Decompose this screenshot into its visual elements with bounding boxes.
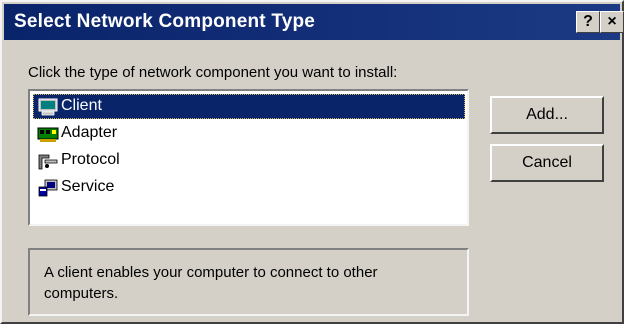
window-title: Select Network Component Type: [14, 11, 316, 32]
select-network-component-dialog: Select Network Component Type ? × Click …: [0, 0, 624, 324]
instruction-label: Click the type of network component you …: [28, 64, 398, 81]
list-item-adapter[interactable]: Adapter: [33, 121, 465, 146]
list-item-label: Service: [61, 178, 115, 195]
network-adapter-icon: [37, 127, 59, 142]
component-type-list[interactable]: Client Adapter Protocol Service: [28, 89, 469, 226]
title-bar[interactable]: Select Network Component Type ? ×: [4, 4, 624, 40]
service-icon: [38, 179, 58, 197]
list-item-label: Client: [61, 97, 102, 114]
list-item-label: Protocol: [61, 151, 120, 168]
client-computer-icon: [38, 98, 58, 116]
list-item-client[interactable]: Client: [33, 94, 465, 119]
list-item-label: Adapter: [61, 124, 118, 141]
add-button[interactable]: Add...: [490, 96, 604, 134]
help-button[interactable]: ?: [576, 11, 600, 33]
list-item-service[interactable]: Service: [33, 175, 465, 200]
protocol-icon: [38, 154, 58, 170]
component-description: A client enables your computer to connec…: [28, 248, 469, 316]
close-button[interactable]: ×: [600, 11, 624, 33]
cancel-button[interactable]: Cancel: [490, 144, 604, 182]
list-item-protocol[interactable]: Protocol: [33, 148, 465, 173]
